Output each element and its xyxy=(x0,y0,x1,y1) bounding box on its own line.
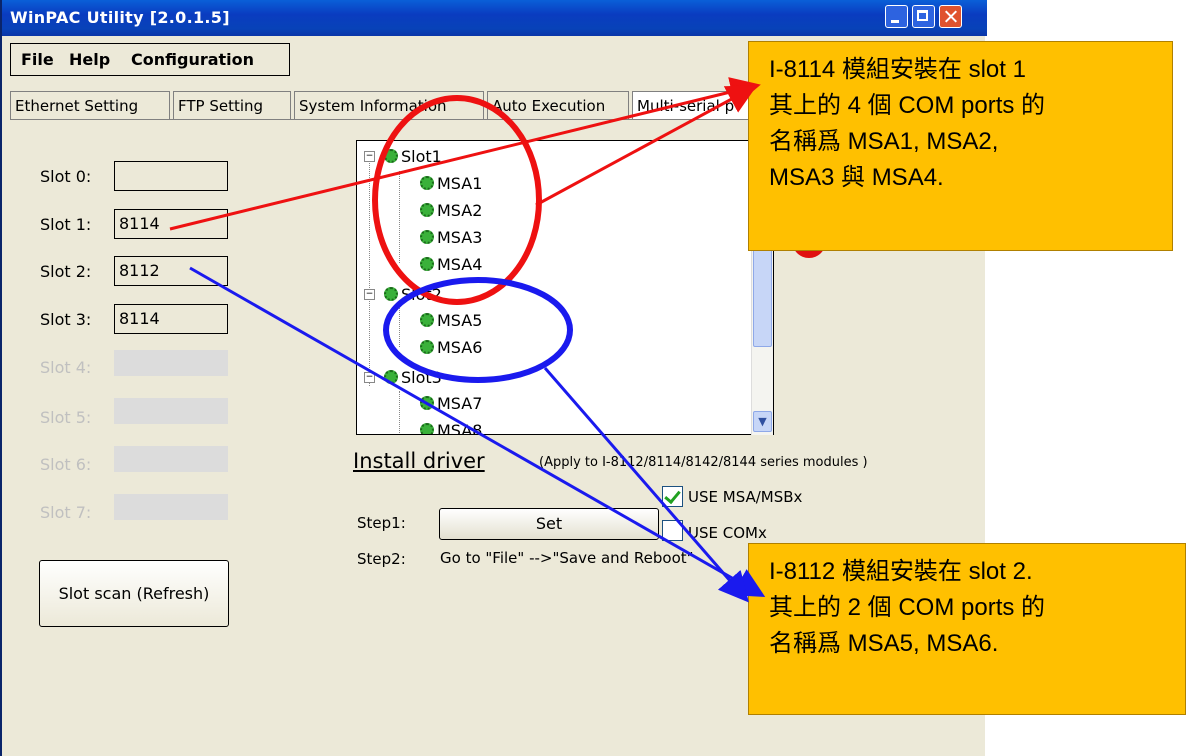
blue-arrow-1 xyxy=(189,266,766,597)
blue-arrow-2 xyxy=(543,367,749,603)
red-highlight-ellipse xyxy=(372,95,542,305)
red-arrow-1 xyxy=(169,77,761,231)
annotation-overlay xyxy=(169,77,766,603)
red-arrow-2 xyxy=(535,85,758,207)
blue-highlight-ellipse xyxy=(383,277,573,383)
